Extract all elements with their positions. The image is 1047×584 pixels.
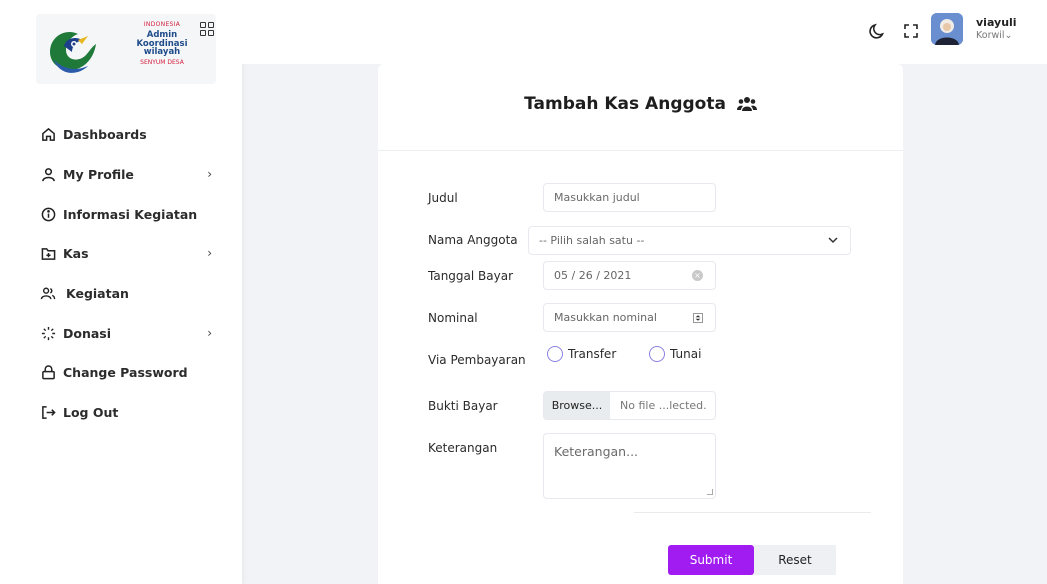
browse-button[interactable]: Browse...: [544, 392, 610, 419]
folder-plus-icon: [40, 245, 56, 261]
radio-transfer-label: Transfer: [568, 347, 617, 361]
users-group-icon: [736, 97, 757, 111]
avatar[interactable]: [931, 13, 963, 45]
bird-logo-icon: [50, 32, 96, 73]
form-title: Tambah Kas Anggota: [378, 94, 903, 114]
sidebar-item-log-out[interactable]: Log Out: [40, 397, 220, 427]
radio-tunai-label: Tunai: [670, 347, 702, 361]
sidebar-item-label: Kas: [63, 245, 89, 261]
user-icon: [40, 166, 56, 182]
moon-icon[interactable]: [868, 22, 886, 40]
file-name-text: No file ...lected.: [620, 399, 707, 412]
home-icon: [40, 126, 56, 142]
bukti-bayar-file-input[interactable]: Browse... No file ...lected.: [543, 391, 716, 420]
bukti-bayar-label: Bukti Bayar: [428, 399, 498, 413]
avatar-image: [931, 13, 963, 45]
judul-label: Judul: [428, 191, 458, 205]
nominal-placeholder: Masukkan nominal: [554, 311, 657, 324]
tanggal-bayar-label: Tanggal Bayar: [428, 269, 514, 283]
nama-anggota-label: Nama Anggota: [428, 233, 518, 247]
user-name: viayuli: [976, 16, 1017, 29]
keterangan-textarea[interactable]: [543, 433, 716, 499]
grid-menu-icon[interactable]: [200, 22, 214, 36]
logo-line-3: SENYUM DESA: [140, 58, 184, 66]
logout-icon: [40, 404, 56, 420]
number-spinner-icon[interactable]: [693, 313, 703, 323]
sidebar-item-kas[interactable]: Kas ›: [40, 238, 220, 268]
sidebar-item-label: Informasi Kegiatan: [63, 206, 198, 222]
reset-button[interactable]: Reset: [754, 545, 836, 575]
chevron-right-icon: ›: [207, 326, 212, 340]
sidebar-item-my-profile[interactable]: My Profile ›: [40, 159, 220, 189]
nominal-label: Nominal: [428, 311, 478, 325]
nama-anggota-select[interactable]: -- Pilih salah satu --: [528, 226, 851, 255]
radio-transfer[interactable]: Transfer: [547, 346, 616, 362]
sidebar-item-label: Change Password: [63, 364, 188, 380]
judul-input[interactable]: [543, 183, 716, 212]
sidebar-item-change-password[interactable]: Change Password: [40, 357, 220, 387]
info-icon: [40, 206, 56, 222]
sidebar-item-label: Kegiatan: [66, 285, 129, 301]
sidebar: INDONESIA Admin Koordinasi wilayah SENYU…: [0, 0, 242, 584]
nominal-input[interactable]: Masukkan nominal: [543, 303, 716, 332]
chevron-right-icon: ›: [207, 167, 212, 181]
sidebar-item-label: Donasi: [63, 325, 112, 341]
user-role-dropdown[interactable]: Korwil⌄: [976, 30, 1012, 41]
tanggal-bayar-input[interactable]: 05 / 26 / 2021 ×: [543, 261, 716, 290]
loader-icon: [40, 325, 56, 341]
chevron-right-icon: ›: [207, 246, 212, 260]
clear-date-icon[interactable]: ×: [692, 270, 703, 281]
topbar: viayuli Korwil⌄: [242, 0, 1047, 64]
keterangan-label: Keterangan: [428, 441, 498, 455]
via-pembayaran-label: Via Pembayaran: [428, 353, 526, 367]
chevron-down-icon: [828, 237, 838, 244]
form-title-text: Tambah Kas Anggota: [524, 94, 726, 114]
tanggal-bayar-value: 05 / 26 / 2021: [554, 269, 632, 282]
sidebar-item-donasi[interactable]: Donasi ›: [40, 318, 220, 348]
lock-icon: [40, 364, 56, 380]
form-divider: [634, 512, 871, 513]
sidebar-item-label: My Profile: [63, 166, 134, 182]
logo-text: INDONESIA Admin Koordinasi wilayah SENYU…: [132, 22, 192, 66]
form-card: Tambah Kas Anggota Judul Nama Anggota --…: [378, 64, 903, 584]
sidebar-item-label: Dashboards: [63, 126, 147, 142]
radio-circle[interactable]: [649, 346, 665, 362]
resize-handle-icon[interactable]: [707, 489, 713, 495]
sidebar-item-dashboards[interactable]: Dashboards: [40, 119, 220, 149]
radio-tunai[interactable]: Tunai: [649, 346, 701, 362]
sidebar-item-informasi-kegiatan[interactable]: Informasi Kegiatan: [40, 199, 220, 229]
submit-button[interactable]: Submit: [668, 545, 754, 575]
nama-anggota-selected: -- Pilih salah satu --: [539, 234, 645, 247]
card-divider: [378, 150, 903, 151]
logo-line-2: Admin Koordinasi wilayah: [136, 30, 188, 57]
sidebar-item-kegiatan[interactable]: Kegiatan: [40, 278, 220, 308]
app-logo[interactable]: INDONESIA Admin Koordinasi wilayah SENYU…: [36, 14, 216, 84]
users-icon: [40, 285, 56, 301]
sidebar-item-label: Log Out: [63, 404, 119, 420]
logo-line-1: INDONESIA: [143, 21, 181, 28]
fullscreen-icon[interactable]: [902, 22, 920, 40]
radio-circle[interactable]: [547, 346, 563, 362]
